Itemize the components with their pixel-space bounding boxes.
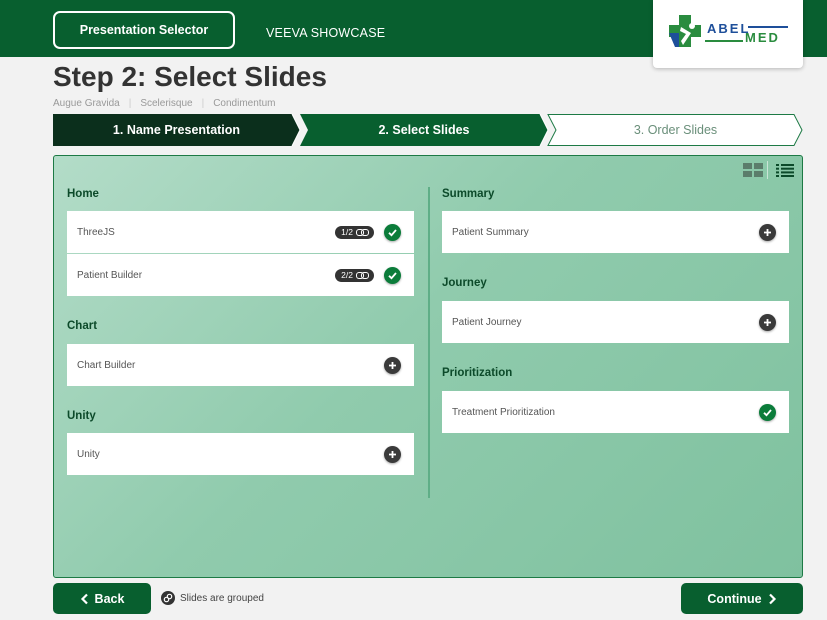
cross-logo-icon [669, 15, 701, 47]
slide-item-unity[interactable]: Unity [67, 433, 414, 475]
slide-item-patient-journey[interactable]: Patient Journey [442, 301, 789, 343]
breadcrumb-separator: | [128, 98, 132, 109]
continue-button[interactable]: Continue [681, 583, 803, 614]
chevron-right-icon [768, 593, 776, 604]
check-circle-icon[interactable] [384, 266, 401, 284]
link-icon [161, 591, 175, 605]
slide-item-treatment-prioritization[interactable]: Treatment Prioritization [442, 391, 789, 433]
slide-label: Patient Journey [452, 316, 522, 328]
link-icon [356, 229, 369, 236]
chevron-left-icon [80, 593, 88, 604]
step-select-slides[interactable]: 2. Select Slides [300, 114, 548, 146]
section-title-home: Home [67, 188, 99, 200]
link-icon [356, 272, 369, 279]
breadcrumb-separator: | [201, 98, 205, 109]
slide-item-threejs[interactable]: ThreeJS 1/2 [67, 211, 414, 253]
section-title-unity: Unity [67, 410, 96, 422]
presentation-selector-button[interactable]: Presentation Selector [53, 11, 235, 49]
continue-button-label: Continue [707, 591, 762, 606]
logo-line [705, 40, 743, 42]
section-title-journey: Journey [442, 277, 487, 289]
slide-label: Unity [77, 448, 100, 460]
check-circle-icon[interactable] [384, 223, 401, 241]
grid-view-icon[interactable] [743, 163, 763, 177]
grouped-note: Slides are grouped [161, 591, 264, 605]
slide-label: Patient Summary [452, 226, 529, 238]
back-button[interactable]: Back [53, 583, 151, 614]
slide-item-patient-summary[interactable]: Patient Summary [442, 211, 789, 253]
breadcrumb-item[interactable]: Augue Gravida [53, 98, 120, 109]
plus-circle-icon[interactable] [759, 223, 776, 241]
showcase-title: VEEVA SHOWCASE [266, 26, 386, 40]
back-button-label: Back [94, 591, 125, 606]
step-order-slides[interactable]: 3. Order Slides [548, 114, 803, 146]
slide-label: Patient Builder [77, 269, 143, 281]
plus-circle-icon[interactable] [384, 356, 401, 374]
view-toggle-divider [767, 161, 768, 179]
breadcrumb-item[interactable]: Condimentum [213, 98, 275, 109]
slide-item-patient-builder[interactable]: Patient Builder 2/2 [67, 254, 414, 296]
group-count-badge: 1/2 [335, 225, 374, 239]
plus-circle-icon[interactable] [759, 313, 776, 331]
slides-panel: Home ThreeJS 1/2 Patient Builder 2/2 Cha… [53, 155, 803, 578]
step-name-presentation[interactable]: 1. Name Presentation [53, 114, 300, 146]
logo-line [748, 26, 788, 28]
logo-text-bottom: MED [745, 30, 780, 45]
step-progress: 1. Name Presentation 2. Select Slides 3.… [53, 114, 803, 146]
brand-logo: ABEL MED [653, 0, 803, 68]
group-count-badge: 2/2 [335, 268, 374, 282]
slide-label: Treatment Prioritization [452, 406, 555, 418]
section-title-summary: Summary [442, 188, 495, 200]
breadcrumb-item[interactable]: Scelerisque [140, 98, 192, 109]
plus-circle-icon[interactable] [384, 445, 401, 463]
slide-label: Chart Builder [77, 359, 136, 371]
section-title-chart: Chart [67, 320, 98, 332]
logo-text-top: ABEL [707, 21, 751, 36]
breadcrumb: Augue Gravida | Scelerisque | Condimentu… [53, 98, 275, 109]
grouped-note-text: Slides are grouped [180, 592, 264, 604]
list-view-icon[interactable] [776, 164, 794, 177]
check-circle-icon[interactable] [759, 403, 776, 421]
section-title-prioritization: Prioritization [442, 367, 513, 379]
column-divider [428, 187, 430, 498]
page-title: Step 2: Select Slides [53, 61, 327, 92]
slide-item-chart-builder[interactable]: Chart Builder [67, 344, 414, 386]
slide-label: ThreeJS [77, 226, 115, 238]
